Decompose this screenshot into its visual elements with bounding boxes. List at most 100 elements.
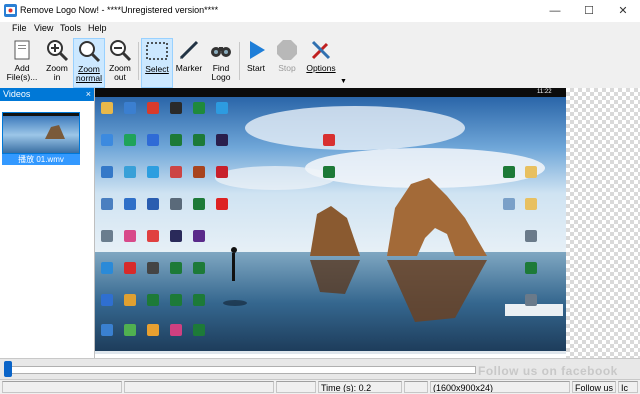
transparent-background <box>566 88 640 358</box>
timeline-track[interactable] <box>4 366 476 374</box>
options-dropdown-arrow[interactable]: ▼ <box>340 78 347 85</box>
status-cell-empty <box>404 381 428 393</box>
status-resolution: (1600x900x24) <box>430 381 570 393</box>
timeline-bar: Follow us on facebook <box>0 358 640 379</box>
marker-label: Marker <box>175 63 203 73</box>
desktop-icon <box>124 262 136 274</box>
stop-label: Stop <box>278 63 296 73</box>
close-button[interactable]: ✕ <box>606 0 640 22</box>
desktop-icon <box>193 262 205 274</box>
videos-panel-header: Videos × <box>0 88 94 101</box>
options-button[interactable]: Options <box>303 38 339 86</box>
zoom-out-button[interactable]: Zoom out <box>105 38 135 86</box>
desktop-icon <box>101 134 113 146</box>
desktop-icon <box>124 294 136 306</box>
videos-panel: Videos × 播放 01.wmv <box>0 88 95 358</box>
status-time: Time (s): 0.2 <box>318 381 402 393</box>
status-tail-link[interactable]: Ic <box>618 381 638 393</box>
menu-bar: File View Tools Help <box>0 22 640 36</box>
zoom-in-label: Zoom in <box>46 63 68 82</box>
desktop-icon <box>193 134 205 146</box>
taskbar-clock: 11:22 <box>537 89 552 95</box>
desktop-icon <box>124 198 136 210</box>
desktop-icon <box>170 262 182 274</box>
zoom-normal-button[interactable]: Zoom normal <box>73 38 105 88</box>
status-cell-empty <box>2 381 122 393</box>
desktop-icon <box>193 198 205 210</box>
stop-icon <box>277 40 297 60</box>
toolbar-separator <box>239 42 240 80</box>
desktop-icon <box>193 230 205 242</box>
desktop-icon <box>170 198 182 210</box>
desktop-icon <box>101 324 113 336</box>
desktop-icon <box>170 134 182 146</box>
add-files-label: Add File(s)... <box>6 63 38 82</box>
select-rectangle-icon <box>146 42 168 60</box>
follow-us-link[interactable]: Follow us <box>572 381 616 393</box>
menu-view[interactable]: View <box>34 23 53 33</box>
toolbar: Add File(s)... Zoom in Zoom normal Zoom … <box>0 36 640 88</box>
panel-close-button[interactable]: × <box>86 88 91 101</box>
desktop-icon <box>147 134 159 146</box>
video-thumbnail[interactable] <box>2 112 80 154</box>
title-bar: Remove Logo Now! - ****Unregistered vers… <box>0 0 640 23</box>
zoom-in-icon <box>47 40 69 62</box>
desktop-icon <box>170 324 182 336</box>
preview-area[interactable]: 11:22 <box>95 88 640 358</box>
desktop-icon <box>323 134 335 146</box>
menu-help[interactable]: Help <box>88 23 107 33</box>
desktop-icon <box>101 102 113 114</box>
desktop-icon <box>525 166 537 178</box>
desktop-icon <box>101 166 113 178</box>
status-cell-empty <box>276 381 316 393</box>
desktop-icon <box>503 166 515 178</box>
desktop-icon <box>323 166 335 178</box>
video-item-label[interactable]: 播放 01.wmv <box>2 154 80 165</box>
status-bar: Time (s): 0.2 (1600x900x24) Follow us Ic <box>0 379 640 394</box>
desktop-icon <box>101 294 113 306</box>
desktop-icon <box>147 262 159 274</box>
zoom-normal-icon <box>79 41 101 63</box>
binoculars-icon <box>211 47 231 57</box>
menu-file[interactable]: File <box>12 23 27 33</box>
desktop-icon <box>170 294 182 306</box>
desktop-icon <box>147 294 159 306</box>
add-file-icon <box>14 40 30 60</box>
stop-button[interactable]: Stop <box>273 38 301 86</box>
desktop-icon <box>147 102 159 114</box>
find-logo-button[interactable]: Find Logo <box>206 38 236 86</box>
start-button[interactable]: Start <box>242 38 270 86</box>
desktop-icon <box>147 230 159 242</box>
status-cell-empty <box>124 381 274 393</box>
tools-icon <box>311 40 331 60</box>
desktop-icon <box>101 230 113 242</box>
select-label: Select <box>145 64 169 74</box>
window-title: Remove Logo Now! - ****Unregistered vers… <box>20 5 219 15</box>
zoom-out-label: Zoom out <box>109 63 131 82</box>
video-frame[interactable]: 11:22 <box>95 88 566 354</box>
marker-button[interactable]: Marker <box>174 38 204 86</box>
maximize-button[interactable]: ☐ <box>572 0 606 22</box>
desktop-icon <box>124 166 136 178</box>
desktop-icon <box>503 198 515 210</box>
desktop-icon <box>525 294 537 306</box>
minimize-button[interactable]: — <box>538 0 572 22</box>
desktop-icon <box>525 262 537 274</box>
desktop-icon <box>124 134 136 146</box>
menu-tools[interactable]: Tools <box>60 23 81 33</box>
desktop-icon <box>193 324 205 336</box>
videos-panel-title: Videos <box>3 89 31 99</box>
timeline-slider-thumb[interactable] <box>4 361 12 377</box>
desktop-icon <box>193 166 205 178</box>
desktop-icon <box>147 198 159 210</box>
marker-pen-icon <box>179 40 199 60</box>
toolbar-separator <box>138 42 139 80</box>
desktop-icon <box>193 102 205 114</box>
add-files-button[interactable]: Add File(s)... <box>4 38 40 86</box>
app-logo-icon <box>4 4 17 17</box>
zoom-normal-label: Zoom normal <box>76 64 102 83</box>
watermark-text: Follow us on facebook <box>478 364 618 378</box>
desktop-icon <box>124 230 136 242</box>
zoom-in-button[interactable]: Zoom in <box>42 38 72 86</box>
select-button[interactable]: Select <box>141 38 173 88</box>
